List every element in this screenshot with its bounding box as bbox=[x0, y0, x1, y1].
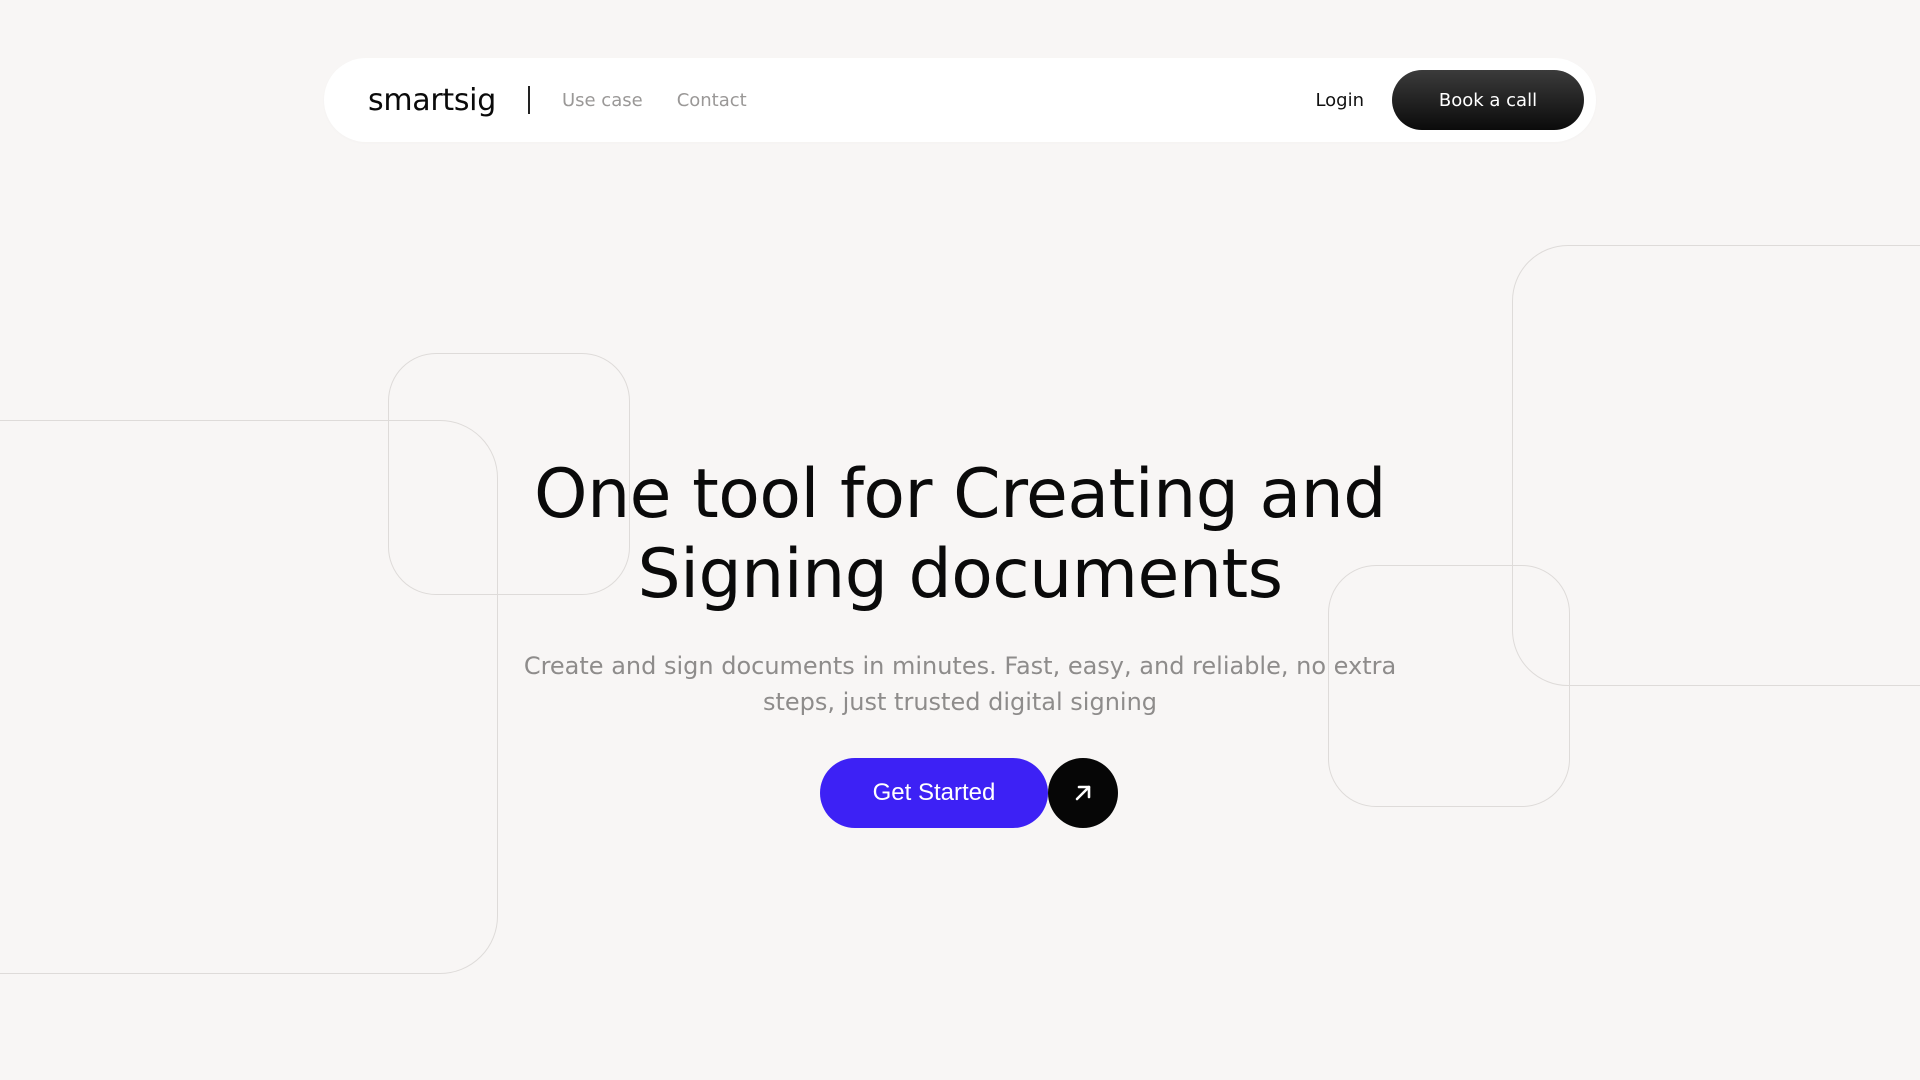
hero-subtitle: Create and sign documents in minutes. Fa… bbox=[510, 648, 1410, 720]
decorative-outline-square bbox=[1512, 245, 1920, 686]
book-a-call-button[interactable]: Book a call bbox=[1392, 70, 1584, 130]
get-started-arrow-button[interactable] bbox=[1048, 758, 1118, 828]
nav-link-contact[interactable]: Contact bbox=[677, 90, 747, 111]
nav-divider bbox=[527, 86, 530, 114]
hero-title-line-2: Signing documents bbox=[637, 535, 1283, 614]
top-navbar: smartsig Use case Contact Login Book a c… bbox=[324, 58, 1596, 142]
hero-subtitle-line-1: Create and sign documents in minutes. Fa… bbox=[523, 652, 1397, 680]
nav-link-use-case[interactable]: Use case bbox=[562, 90, 643, 111]
landing-page: smartsig Use case Contact Login Book a c… bbox=[0, 0, 1920, 1080]
arrow-up-right-icon bbox=[1071, 781, 1095, 805]
login-link[interactable]: Login bbox=[1315, 90, 1364, 111]
get-started-button[interactable]: Get Started bbox=[820, 758, 1048, 828]
hero-subtitle-line-2: steps, just trusted digital signing bbox=[762, 688, 1158, 716]
cta-group: Get Started bbox=[820, 758, 1118, 828]
hero-title: One tool for Creating and Signing docume… bbox=[360, 455, 1560, 615]
brand-logo[interactable]: smartsig bbox=[368, 83, 496, 118]
hero-title-line-1: One tool for Creating and bbox=[534, 455, 1386, 534]
